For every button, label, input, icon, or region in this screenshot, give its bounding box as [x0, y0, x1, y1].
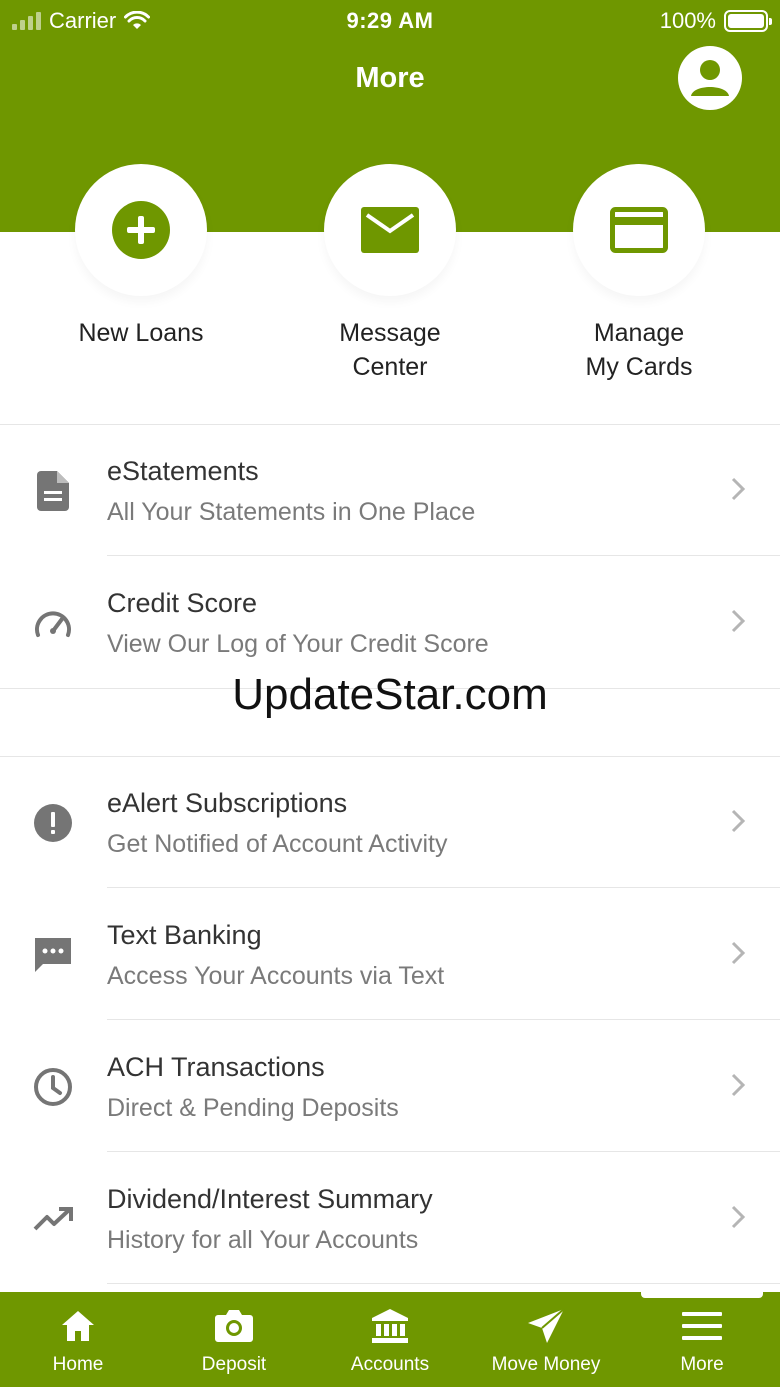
- status-bar: Carrier 9:29 AM 100%: [0, 0, 780, 40]
- tab-label: Deposit: [201, 1354, 267, 1375]
- chevron-right-icon: [731, 1205, 746, 1229]
- quick-action-message-center[interactable]: Message Center: [265, 164, 515, 384]
- alert-circle-icon: [32, 802, 74, 844]
- menu-item-title: Text Banking: [107, 920, 262, 950]
- bank-icon: [372, 1309, 408, 1343]
- menu-icon: [682, 1312, 722, 1340]
- battery-icon: [724, 10, 772, 32]
- menu-item-title: Credit Score: [107, 588, 258, 618]
- plus-circle-icon: [112, 201, 170, 259]
- menu-item-dividend-interest-summary[interactable]: Dividend/Interest Summary History for al…: [0, 1152, 780, 1284]
- tab-bar: Home Deposit Accounts Move Money More: [0, 1292, 780, 1387]
- chevron-right-icon: [731, 477, 746, 501]
- active-tab-indicator: [641, 1290, 763, 1298]
- user-icon: [691, 60, 729, 96]
- menu-item-subtitle: Access Your Accounts via Text: [107, 962, 445, 990]
- quick-action-new-loans[interactable]: New Loans: [16, 164, 266, 350]
- chevron-right-icon: [731, 941, 746, 965]
- quick-action-label: Message Center: [339, 319, 441, 381]
- chevron-right-icon: [731, 809, 746, 833]
- chevron-right-icon: [731, 1073, 746, 1097]
- tab-home[interactable]: Home: [0, 1292, 156, 1387]
- menu-item-text-banking[interactable]: Text Banking Access Your Accounts via Te…: [0, 888, 780, 1020]
- envelope-icon: [361, 207, 419, 253]
- battery-percent: 100%: [659, 8, 716, 33]
- quick-action-circle: [324, 164, 456, 296]
- camera-icon: [215, 1310, 253, 1342]
- status-right: 100%: [659, 8, 772, 34]
- quick-action-label: Manage My Cards: [585, 319, 693, 381]
- menu-item-title: Dividend/Interest Summary: [107, 1184, 433, 1214]
- menu-item-title: eStatements: [107, 456, 259, 486]
- row-divider: [107, 1283, 780, 1284]
- menu-item-title: ACH Transactions: [107, 1052, 325, 1082]
- trending-up-icon: [32, 1198, 74, 1240]
- credit-card-icon: [610, 207, 668, 253]
- tab-deposit[interactable]: Deposit: [156, 1292, 312, 1387]
- menu-item-ealert-subscriptions[interactable]: eAlert Subscriptions Get Notified of Acc…: [0, 756, 780, 888]
- menu-item-subtitle: View Our Log of Your Credit Score: [107, 630, 489, 658]
- page-title: More: [355, 62, 425, 94]
- tab-accounts[interactable]: Accounts: [312, 1292, 468, 1387]
- tab-label: Accounts: [350, 1354, 430, 1375]
- chat-bubble-icon: [32, 934, 74, 976]
- quick-action-circle: [75, 164, 207, 296]
- home-icon: [62, 1311, 94, 1341]
- menu-item-subtitle: All Your Statements in One Place: [107, 498, 476, 526]
- profile-button[interactable]: [678, 46, 742, 110]
- chevron-right-icon: [731, 609, 746, 633]
- menu-item-estatements[interactable]: eStatements All Your Statements in One P…: [0, 424, 780, 556]
- document-icon: [32, 470, 74, 512]
- tab-more[interactable]: More: [624, 1292, 780, 1387]
- clock-icon: [32, 1066, 74, 1108]
- menu-item-ach-transactions[interactable]: ACH Transactions Direct & Pending Deposi…: [0, 1020, 780, 1152]
- menu-item-subtitle: History for all Your Accounts: [107, 1226, 419, 1254]
- tab-label: Home: [52, 1354, 104, 1375]
- menu-item-title: eAlert Subscriptions: [107, 788, 348, 818]
- quick-action-manage-cards[interactable]: Manage My Cards: [514, 164, 764, 384]
- tab-label: More: [680, 1354, 724, 1375]
- watermark: UpdateStar.com: [232, 670, 548, 719]
- tab-move-money[interactable]: Move Money: [468, 1292, 624, 1387]
- menu-item-credit-score[interactable]: Credit Score View Our Log of Your Credit…: [0, 556, 780, 688]
- gauge-icon: [32, 602, 74, 644]
- tab-label: Move Money: [491, 1354, 601, 1375]
- menu-item-subtitle: Get Notified of Account Activity: [107, 830, 448, 858]
- send-icon: [528, 1308, 565, 1343]
- quick-action-circle: [573, 164, 705, 296]
- menu-item-subtitle: Direct & Pending Deposits: [107, 1094, 399, 1122]
- quick-action-label: New Loans: [78, 319, 204, 347]
